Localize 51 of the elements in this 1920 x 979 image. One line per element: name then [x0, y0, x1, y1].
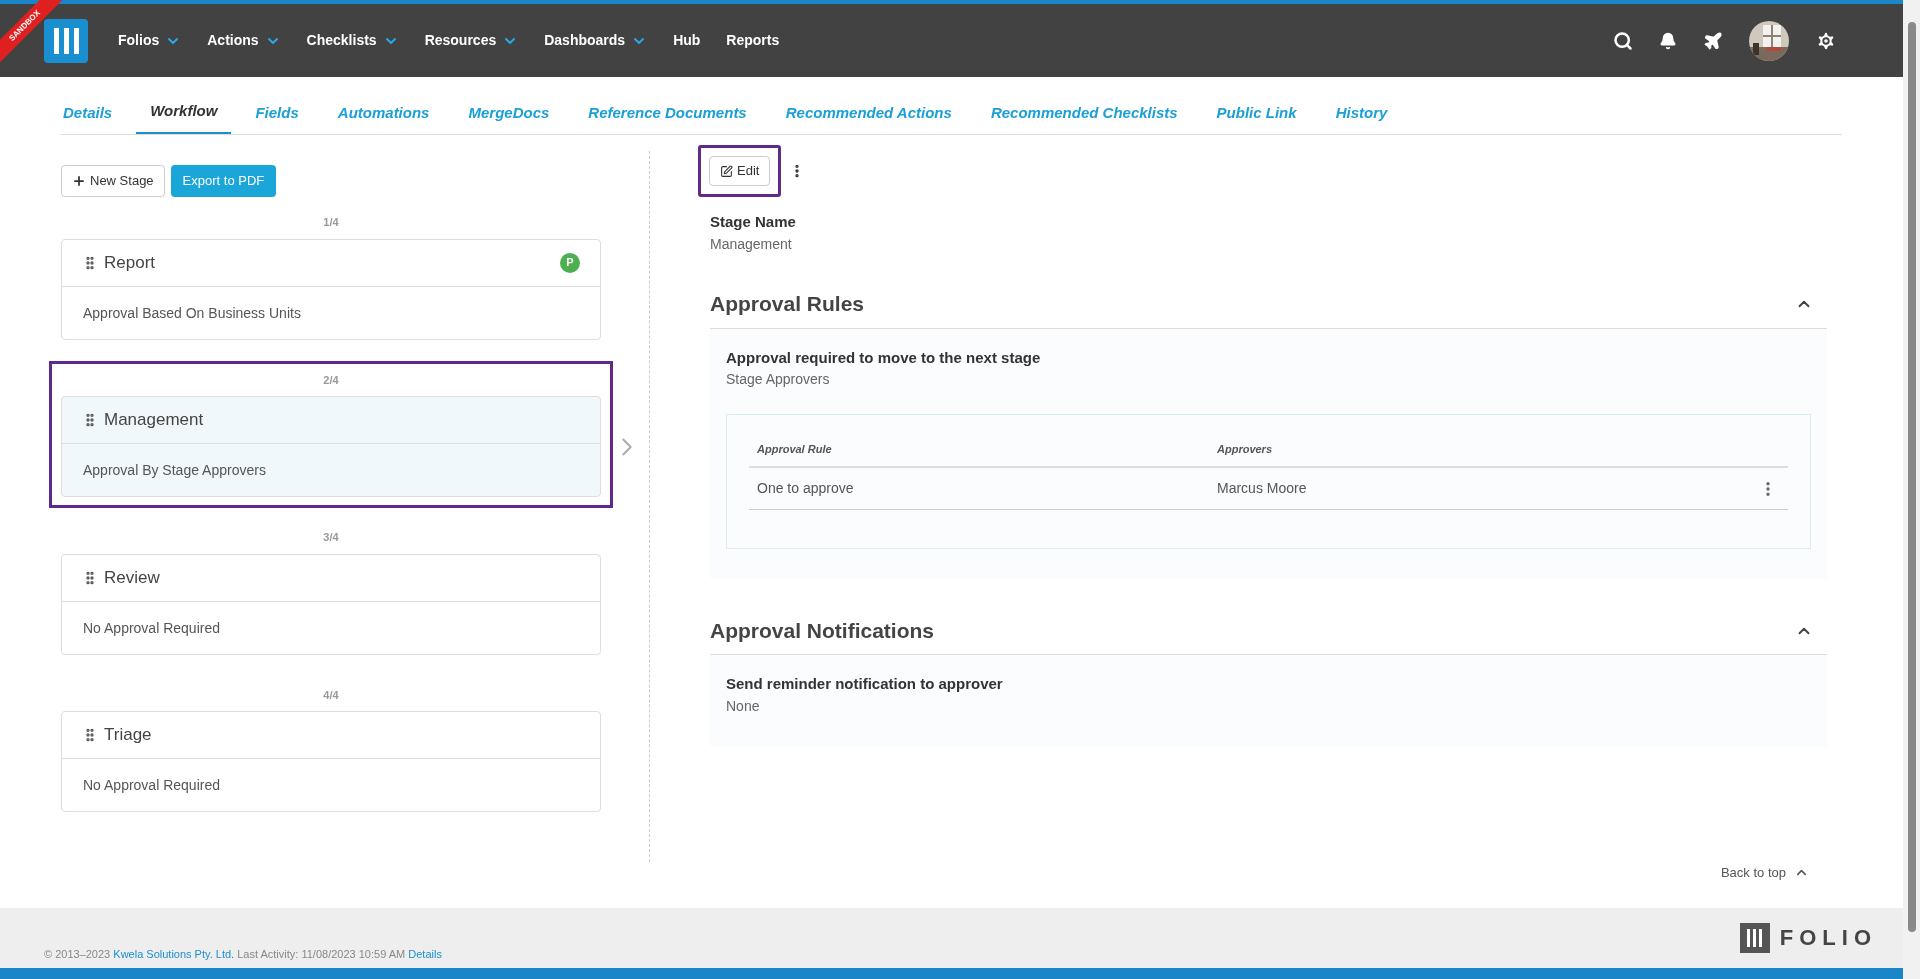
column-header: Approvers: [1216, 442, 1274, 458]
nav-menu-item[interactable]: Hub: [673, 30, 701, 51]
field-value: Stage Approvers: [726, 370, 831, 389]
nav-menu-item[interactable]: Reports: [726, 30, 780, 51]
new-stage-button[interactable]: New Stage: [61, 165, 165, 197]
stage-card[interactable]: Triage No Approval Required: [61, 711, 601, 812]
stage-name: Triage: [104, 724, 152, 747]
field-label: Approval required to move to the next stage: [726, 347, 1042, 368]
nav-menu-item[interactable]: Actions: [207, 30, 281, 51]
edit-icon: [720, 164, 733, 178]
app-logo-icon[interactable]: [44, 18, 88, 63]
plus-icon: [72, 174, 86, 188]
field-label: Send reminder notification to approver: [726, 674, 1004, 694]
tab[interactable]: Workflow: [136, 99, 232, 134]
stage-name: Review: [104, 566, 160, 589]
column-header: Approval Rule: [756, 442, 833, 458]
stage-approval-type: No Approval Required: [83, 619, 220, 636]
nav-menu-item[interactable]: Resources: [424, 30, 519, 51]
folio-logo-text: FOLIO: [1779, 924, 1877, 952]
nav-menu-item[interactable]: Dashboards: [544, 30, 648, 51]
settings-icon[interactable]: [1815, 29, 1837, 52]
stage-approval-type: Approval By Stage Approvers: [83, 462, 266, 478]
nav-menu-item[interactable]: Checklists: [306, 30, 399, 51]
section-title: Approval Notifications: [710, 617, 935, 644]
search-icon[interactable]: [1613, 30, 1633, 51]
stage-counter: 1/4: [322, 215, 340, 230]
stage-name-label: Stage Name: [710, 212, 797, 232]
stage-approval-type: Approval Based On Business Units: [83, 304, 301, 321]
field-value: None: [726, 696, 761, 716]
stage-card[interactable]: Report P Approval Based On Business Units: [61, 238, 601, 340]
edit-button[interactable]: Edit: [709, 156, 771, 186]
stage-name: Report: [104, 251, 156, 274]
stage-approval-type: No Approval Required: [83, 777, 220, 793]
airplane-icon[interactable]: [1703, 30, 1723, 51]
table-cell-text: Marcus Moore: [1216, 479, 1308, 498]
section-title: Approval Rules: [710, 291, 865, 318]
stage-counter: 3/4: [322, 530, 340, 545]
back-to-top-link[interactable]: Back to top: [1720, 862, 1809, 882]
stage-card[interactable]: Review No Approval Required: [61, 553, 601, 655]
footer-text: © 2013–2023 Kwela Solutions Pty. Ltd. Last Activity: 11/08/2023 10:59 AM Details: [44, 946, 442, 962]
stage-card[interactable]: Management Approval By Stage Approvers: [61, 396, 601, 497]
table-cell-text: One to approve: [756, 479, 855, 498]
scrollbar[interactable]: [1903, 0, 1920, 979]
folio-logo-icon: [1739, 922, 1770, 953]
stage-counter: 2/4: [322, 372, 340, 388]
stage-badge: P: [560, 252, 580, 273]
stage-counter: 4/4: [322, 687, 340, 703]
nav-menu-item[interactable]: Folios: [118, 30, 182, 51]
bell-icon[interactable]: [1659, 31, 1677, 50]
stage-name-value: Management: [710, 234, 793, 254]
stage-name: Management: [104, 409, 204, 432]
